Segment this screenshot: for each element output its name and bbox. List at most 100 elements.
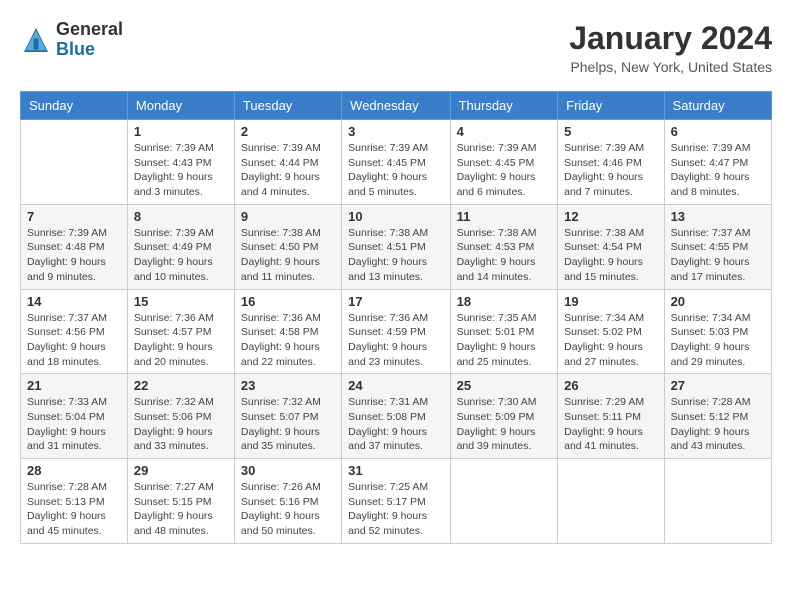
day-info: Sunrise: 7:34 AMSunset: 5:03 PMDaylight:…	[671, 311, 765, 370]
day-number: 6	[671, 124, 765, 139]
day-info: Sunrise: 7:32 AMSunset: 5:06 PMDaylight:…	[134, 395, 228, 454]
calendar-cell-w2-d4: 10 Sunrise: 7:38 AMSunset: 4:51 PMDayligh…	[342, 204, 450, 289]
calendar-cell-w4-d7: 27 Sunrise: 7:28 AMSunset: 5:12 PMDayligh…	[664, 374, 771, 459]
day-info: Sunrise: 7:39 AMSunset: 4:43 PMDaylight:…	[134, 141, 228, 200]
day-number: 25	[457, 378, 552, 393]
day-number: 27	[671, 378, 765, 393]
col-friday: Friday	[558, 92, 664, 120]
logo-icon	[20, 24, 52, 56]
day-number: 19	[564, 294, 657, 309]
day-info: Sunrise: 7:39 AMSunset: 4:45 PMDaylight:…	[348, 141, 443, 200]
day-info: Sunrise: 7:36 AMSunset: 4:58 PMDaylight:…	[241, 311, 335, 370]
day-number: 8	[134, 209, 228, 224]
calendar-cell-w2-d7: 13 Sunrise: 7:37 AMSunset: 4:55 PMDayligh…	[664, 204, 771, 289]
calendar-cell-w2-d6: 12 Sunrise: 7:38 AMSunset: 4:54 PMDayligh…	[558, 204, 664, 289]
logo-blue-text: Blue	[56, 40, 123, 60]
calendar-cell-w5-d3: 30Sunrise: 7:26 AMSunset: 5:16 PMDayligh…	[234, 459, 341, 544]
calendar-cell-w3-d6: 19 Sunrise: 7:34 AMSunset: 5:02 PMDayligh…	[558, 289, 664, 374]
day-info: Sunrise: 7:39 AMSunset: 4:46 PMDaylight:…	[564, 141, 657, 200]
day-info: Sunrise: 7:38 AMSunset: 4:53 PMDaylight:…	[457, 226, 552, 285]
col-sunday: Sunday	[21, 92, 128, 120]
day-number: 17	[348, 294, 443, 309]
day-info: Sunrise: 7:37 AMSunset: 4:55 PMDaylight:…	[671, 226, 765, 285]
day-info: Sunrise: 7:32 AMSunset: 5:07 PMDaylight:…	[241, 395, 335, 454]
calendar-cell-w2-d2: 8 Sunrise: 7:39 AMSunset: 4:49 PMDaylight…	[127, 204, 234, 289]
location: Phelps, New York, United States	[569, 59, 772, 75]
day-info: Sunrise: 7:28 AMSunset: 5:13 PMDaylight:…	[27, 480, 121, 539]
calendar-cell-w1-d3: 2Sunrise: 7:39 AMSunset: 4:44 PMDaylight…	[234, 120, 341, 205]
month-year: January 2024	[569, 20, 772, 57]
logo: General Blue	[20, 20, 123, 60]
day-info: Sunrise: 7:31 AMSunset: 5:08 PMDaylight:…	[348, 395, 443, 454]
calendar-cell-w5-d1: 28 Sunrise: 7:28 AMSunset: 5:13 PMDayligh…	[21, 459, 128, 544]
calendar-cell-w4-d1: 21 Sunrise: 7:33 AMSunset: 5:04 PMDayligh…	[21, 374, 128, 459]
day-info: Sunrise: 7:39 AMSunset: 4:47 PMDaylight:…	[671, 141, 765, 200]
day-number: 7	[27, 209, 121, 224]
day-number: 26	[564, 378, 657, 393]
calendar-cell-w5-d5	[450, 459, 558, 544]
logo-general-text: General	[56, 20, 123, 40]
day-info: Sunrise: 7:26 AMSunset: 5:16 PMDaylight:…	[241, 480, 335, 539]
week-row-2: 7 Sunrise: 7:39 AMSunset: 4:48 PMDaylight…	[21, 204, 772, 289]
day-info: Sunrise: 7:28 AMSunset: 5:12 PMDaylight:…	[671, 395, 765, 454]
day-info: Sunrise: 7:29 AMSunset: 5:11 PMDaylight:…	[564, 395, 657, 454]
day-number: 11	[457, 209, 552, 224]
page-header: General Blue January 2024 Phelps, New Yo…	[20, 20, 772, 75]
calendar-cell-w2-d3: 9 Sunrise: 7:38 AMSunset: 4:50 PMDaylight…	[234, 204, 341, 289]
week-row-4: 21 Sunrise: 7:33 AMSunset: 5:04 PMDayligh…	[21, 374, 772, 459]
calendar-cell-w3-d1: 14Sunrise: 7:37 AMSunset: 4:56 PMDayligh…	[21, 289, 128, 374]
day-info: Sunrise: 7:38 AMSunset: 4:54 PMDaylight:…	[564, 226, 657, 285]
col-thursday: Thursday	[450, 92, 558, 120]
day-number: 21	[27, 378, 121, 393]
day-info: Sunrise: 7:39 AMSunset: 4:45 PMDaylight:…	[457, 141, 552, 200]
day-number: 10	[348, 209, 443, 224]
calendar-cell-w3-d4: 17 Sunrise: 7:36 AMSunset: 4:59 PMDayligh…	[342, 289, 450, 374]
col-wednesday: Wednesday	[342, 92, 450, 120]
day-number: 14	[27, 294, 121, 309]
day-number: 23	[241, 378, 335, 393]
calendar-cell-w3-d3: 16 Sunrise: 7:36 AMSunset: 4:58 PMDayligh…	[234, 289, 341, 374]
day-info: Sunrise: 7:27 AMSunset: 5:15 PMDaylight:…	[134, 480, 228, 539]
calendar-cell-w1-d5: 4 Sunrise: 7:39 AMSunset: 4:45 PMDaylight…	[450, 120, 558, 205]
calendar-cell-w4-d3: 23 Sunrise: 7:32 AMSunset: 5:07 PMDayligh…	[234, 374, 341, 459]
day-number: 18	[457, 294, 552, 309]
col-tuesday: Tuesday	[234, 92, 341, 120]
day-info: Sunrise: 7:39 AMSunset: 4:49 PMDaylight:…	[134, 226, 228, 285]
day-info: Sunrise: 7:33 AMSunset: 5:04 PMDaylight:…	[27, 395, 121, 454]
day-number: 20	[671, 294, 765, 309]
col-monday: Monday	[127, 92, 234, 120]
calendar-cell-w1-d7: 6 Sunrise: 7:39 AMSunset: 4:47 PMDaylight…	[664, 120, 771, 205]
day-info: Sunrise: 7:36 AMSunset: 4:59 PMDaylight:…	[348, 311, 443, 370]
calendar-cell-w4-d2: 22 Sunrise: 7:32 AMSunset: 5:06 PMDayligh…	[127, 374, 234, 459]
week-row-5: 28 Sunrise: 7:28 AMSunset: 5:13 PMDayligh…	[21, 459, 772, 544]
day-info: Sunrise: 7:30 AMSunset: 5:09 PMDaylight:…	[457, 395, 552, 454]
calendar-cell-w1-d2: 1Sunrise: 7:39 AMSunset: 4:43 PMDaylight…	[127, 120, 234, 205]
day-info: Sunrise: 7:38 AMSunset: 4:50 PMDaylight:…	[241, 226, 335, 285]
day-info: Sunrise: 7:39 AMSunset: 4:48 PMDaylight:…	[27, 226, 121, 285]
day-number: 22	[134, 378, 228, 393]
day-number: 13	[671, 209, 765, 224]
calendar-table: Sunday Monday Tuesday Wednesday Thursday…	[20, 91, 772, 544]
calendar-cell-w4-d6: 26 Sunrise: 7:29 AMSunset: 5:11 PMDayligh…	[558, 374, 664, 459]
day-number: 28	[27, 463, 121, 478]
day-number: 9	[241, 209, 335, 224]
day-number: 31	[348, 463, 443, 478]
calendar-cell-w1-d1	[21, 120, 128, 205]
calendar-cell-w5-d4: 31Sunrise: 7:25 AMSunset: 5:17 PMDayligh…	[342, 459, 450, 544]
calendar-cell-w2-d5: 11 Sunrise: 7:38 AMSunset: 4:53 PMDayligh…	[450, 204, 558, 289]
day-info: Sunrise: 7:38 AMSunset: 4:51 PMDaylight:…	[348, 226, 443, 285]
calendar-cell-w3-d7: 20 Sunrise: 7:34 AMSunset: 5:03 PMDayligh…	[664, 289, 771, 374]
calendar-cell-w3-d5: 18Sunrise: 7:35 AMSunset: 5:01 PMDayligh…	[450, 289, 558, 374]
week-row-3: 14Sunrise: 7:37 AMSunset: 4:56 PMDayligh…	[21, 289, 772, 374]
day-info: Sunrise: 7:34 AMSunset: 5:02 PMDaylight:…	[564, 311, 657, 370]
calendar-cell-w5-d7	[664, 459, 771, 544]
title-section: January 2024 Phelps, New York, United St…	[569, 20, 772, 75]
calendar-cell-w4-d4: 24Sunrise: 7:31 AMSunset: 5:08 PMDayligh…	[342, 374, 450, 459]
day-number: 4	[457, 124, 552, 139]
day-number: 15	[134, 294, 228, 309]
day-number: 5	[564, 124, 657, 139]
calendar-cell-w3-d2: 15Sunrise: 7:36 AMSunset: 4:57 PMDayligh…	[127, 289, 234, 374]
day-number: 16	[241, 294, 335, 309]
col-saturday: Saturday	[664, 92, 771, 120]
day-number: 12	[564, 209, 657, 224]
